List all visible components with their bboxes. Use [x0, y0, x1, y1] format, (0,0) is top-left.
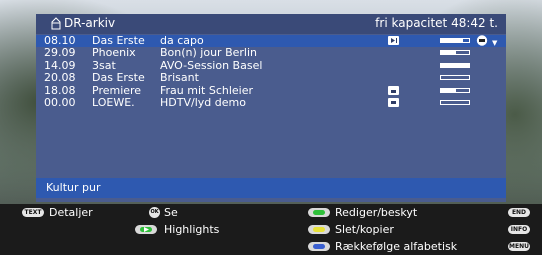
recording-title: Brisant: [160, 71, 199, 85]
recording-title: da capo: [160, 34, 204, 47]
progress-bar: [440, 38, 470, 43]
recording-date: 08.10: [44, 34, 76, 47]
folder-icon: [51, 17, 61, 30]
recording-title: HDTV/lyd demo: [160, 95, 246, 109]
recording-date: 00.00: [44, 95, 76, 109]
recording-title: Bon(n) jour Berlin: [160, 46, 257, 60]
text-key-icon: TEXT: [22, 208, 44, 217]
progress-fill: [441, 88, 457, 92]
progress-bar: [440, 62, 470, 68]
recording-list: 08.10 Das Erste da capo ▼ 29.09 Phoenix Bon(n)…: [36, 35, 506, 109]
progress-bar: [440, 99, 470, 105]
progress-bar: [440, 75, 470, 81]
highlights-label: Highlights: [164, 223, 220, 236]
menu-key[interactable]: MENU: [508, 240, 538, 254]
recording-row[interactable]: 29.09 Phoenix Bon(n) jour Berlin: [36, 47, 506, 59]
details-label: Detaljer: [49, 206, 93, 219]
info-key-icon: INFO: [508, 225, 530, 234]
recording-date: 14.09: [44, 58, 76, 72]
recording-date: 29.09: [44, 46, 76, 60]
recordings-panel: DR-arkiv fri kapacitet 48:42 t. 08.10 Das…: [36, 14, 506, 202]
watch-label: Se: [164, 206, 178, 219]
progress-fill: [441, 63, 469, 67]
archive-title: DR-arkiv: [64, 16, 116, 30]
recording-title: AVO-Session Basel: [160, 58, 263, 72]
free-capacity: fri kapacitet 48:42 t.: [375, 16, 498, 30]
timeshift-icon: [388, 36, 399, 45]
info-key[interactable]: INFO: [508, 223, 538, 237]
info-bar: Kultur pur: [36, 178, 506, 198]
progress-bar: [440, 87, 470, 93]
key-legend: TEXT Detaljer OK Se Rediger/beskyt END H…: [0, 204, 542, 255]
end-key-icon: END: [508, 208, 530, 217]
lock-icon: [388, 85, 399, 95]
end-key[interactable]: END: [508, 206, 538, 220]
recording-channel: Das Erste: [92, 34, 145, 47]
recording-channel: LOEWE.: [92, 95, 135, 109]
highlights-key[interactable]: Highlights: [135, 223, 255, 237]
sort-key[interactable]: Rækkefølge alfabetisk: [308, 240, 498, 254]
recording-channel: Phoenix: [92, 46, 136, 60]
recording-row[interactable]: 20.08 Das Erste Brisant: [36, 72, 506, 84]
progress-fill: [441, 39, 464, 42]
recording-channel: 3sat: [92, 58, 116, 72]
recording-row[interactable]: 00.00 LOEWE. HDTV/lyd demo: [36, 95, 506, 109]
yellow-button-icon: [308, 225, 330, 234]
sort-label: Rækkefølge alfabetisk: [335, 240, 458, 253]
ok-icon: [476, 35, 488, 46]
menu-key-icon: MENU: [508, 242, 530, 251]
recording-title: Frau mit Schleier: [160, 83, 254, 97]
progress-fill: [441, 51, 457, 55]
ok-key-icon: OK: [149, 207, 160, 218]
play-button-icon: [135, 225, 157, 234]
recording-date: 20.08: [44, 71, 76, 85]
edit-key[interactable]: Rediger/beskyt: [308, 206, 468, 220]
blue-button-icon: [308, 242, 330, 251]
recording-date: 18.08: [44, 83, 76, 97]
green-button-icon: [308, 208, 330, 217]
panel-header: DR-arkiv fri kapacitet 48:42 t.: [36, 14, 506, 34]
edit-label: Rediger/beskyt: [335, 206, 418, 219]
protected-icon: [388, 97, 399, 107]
delete-label: Slet/kopier: [335, 223, 394, 236]
details-key[interactable]: TEXT Detaljer: [22, 206, 122, 220]
recording-channel: Das Erste: [92, 71, 145, 85]
delete-key[interactable]: Slet/kopier: [308, 223, 468, 237]
recording-channel: Premiere: [92, 83, 142, 97]
progress-bar: [440, 50, 470, 56]
info-text: Kultur pur: [46, 181, 101, 194]
watch-key[interactable]: OK Se: [149, 206, 209, 220]
